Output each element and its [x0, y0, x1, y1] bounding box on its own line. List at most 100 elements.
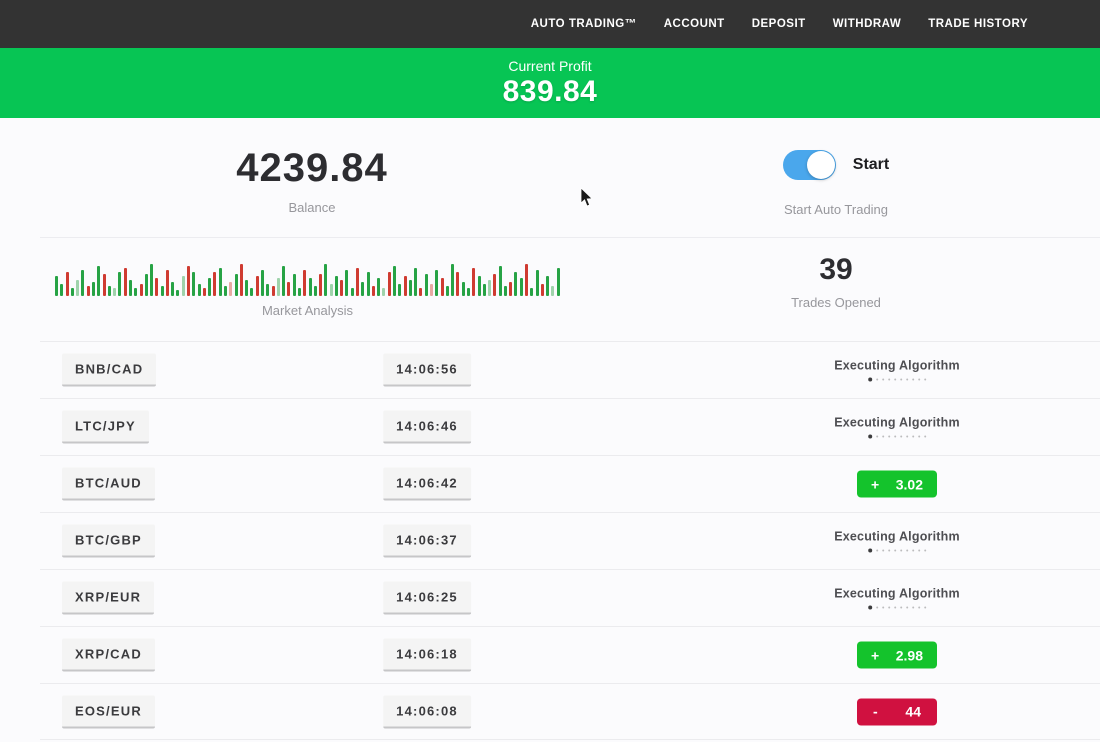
current-profit-banner: Current Profit 839.84 [0, 48, 1100, 118]
market-bar [224, 286, 227, 296]
nav-item-trade-history[interactable]: TRADE HISTORY [928, 18, 1028, 30]
market-bar [404, 276, 407, 296]
market-bar [414, 268, 417, 296]
table-row: BTC/GBP 14:06:37 Executing Algorithm [40, 512, 1100, 569]
market-bar [229, 282, 232, 296]
market-bar [176, 290, 179, 296]
pair-badge: EOS/EUR [62, 695, 155, 728]
nav-item-account[interactable]: ACCOUNT [664, 18, 725, 30]
result-amount: 3.02 [896, 476, 923, 492]
market-bar [372, 286, 375, 296]
market-bar [92, 282, 95, 296]
market-bar [71, 288, 74, 296]
market-bar [525, 264, 528, 296]
executing-algorithm-label: Executing Algorithm [834, 416, 960, 430]
auto-trading-label: Start Auto Trading [686, 202, 986, 217]
market-bar [145, 274, 148, 296]
market-bar [187, 266, 190, 296]
trades-opened-value: 39 [686, 253, 986, 287]
market-bar [124, 268, 127, 296]
market-bar [113, 288, 116, 296]
market-bar [488, 280, 491, 296]
market-bar [161, 286, 164, 296]
market-bar [272, 286, 275, 296]
market-bar [245, 280, 248, 296]
market-bar [319, 274, 322, 296]
current-profit-value: 839.84 [0, 75, 1100, 109]
market-bar [166, 270, 169, 296]
market-bar [546, 276, 549, 296]
market-bar [478, 276, 481, 296]
market-bar [76, 280, 79, 296]
market-bar [256, 276, 259, 296]
nav-item-auto-trading[interactable]: AUTO TRADING™ [531, 18, 637, 30]
market-bar [219, 268, 222, 296]
market-bar [213, 272, 216, 296]
pair-badge: BNB/CAD [62, 354, 156, 387]
market-bar [293, 274, 296, 296]
trades-list: BNB/CAD 14:06:56 Executing Algorithm LTC… [40, 341, 1100, 740]
market-bar [198, 284, 201, 296]
market-bar [208, 278, 211, 296]
market-bar [140, 284, 143, 296]
market-bar [504, 286, 507, 296]
market-analysis-block: Market Analysis [55, 256, 560, 318]
market-bar [266, 284, 269, 296]
market-bar [472, 268, 475, 296]
market-bar [509, 282, 512, 296]
pair-badge: BTC/GBP [62, 525, 155, 558]
market-bar [55, 276, 58, 296]
auto-trading-toggle[interactable] [783, 150, 836, 180]
current-profit-label: Current Profit [0, 58, 1100, 74]
pair-badge: XRP/EUR [62, 582, 154, 615]
market-bar [398, 284, 401, 296]
market-bar [324, 264, 327, 296]
market-bar [451, 264, 454, 296]
table-row: BNB/CAD 14:06:56 Executing Algorithm [40, 341, 1100, 398]
nav-item-deposit[interactable]: DEPOSIT [752, 18, 806, 30]
market-bar [309, 278, 312, 296]
market-bar [66, 272, 69, 296]
time-badge: 14:06:46 [383, 411, 471, 444]
progress-dots [834, 606, 960, 610]
market-bar [536, 270, 539, 296]
top-navbar: AUTO TRADING™ ACCOUNT DEPOSIT WITHDRAW T… [0, 0, 1100, 48]
market-analysis-label: Market Analysis [55, 303, 560, 318]
status-cell: + 2.98 [857, 642, 937, 669]
nav-item-withdraw[interactable]: WITHDRAW [833, 18, 902, 30]
pair-badge: BTC/AUD [62, 468, 155, 501]
market-bar [425, 274, 428, 296]
market-bar [499, 266, 502, 296]
balance-block: 4239.84 Balance [62, 146, 562, 215]
result-sign: - [873, 704, 878, 720]
status-cell: + 3.02 [857, 471, 937, 498]
result-sign: + [871, 647, 879, 663]
status-cell: Executing Algorithm [834, 416, 960, 439]
market-bar [277, 278, 280, 296]
market-bar [129, 280, 132, 296]
market-bar [330, 284, 333, 296]
market-bar [134, 288, 137, 296]
market-bar [483, 284, 486, 296]
market-bar [462, 282, 465, 296]
executing-algorithm-label: Executing Algorithm [834, 359, 960, 373]
market-bar [287, 282, 290, 296]
time-badge: 14:06:25 [383, 582, 471, 615]
mouse-cursor-icon [580, 188, 594, 208]
market-bar [261, 270, 264, 296]
market-bar [155, 278, 158, 296]
trades-opened-label: Trades Opened [686, 295, 986, 310]
market-bar [81, 270, 84, 296]
market-bar [356, 268, 359, 296]
time-badge: 14:06:42 [383, 468, 471, 501]
market-bar [171, 282, 174, 296]
market-bar [335, 276, 338, 296]
market-bar [361, 282, 364, 296]
market-bar [367, 272, 370, 296]
market-bar [103, 274, 106, 296]
time-badge: 14:06:08 [383, 695, 471, 728]
time-badge: 14:06:18 [383, 639, 471, 672]
market-bar [60, 284, 63, 296]
auto-trading-app: AUTO TRADING™ ACCOUNT DEPOSIT WITHDRAW T… [0, 0, 1100, 742]
market-bar [298, 288, 301, 296]
